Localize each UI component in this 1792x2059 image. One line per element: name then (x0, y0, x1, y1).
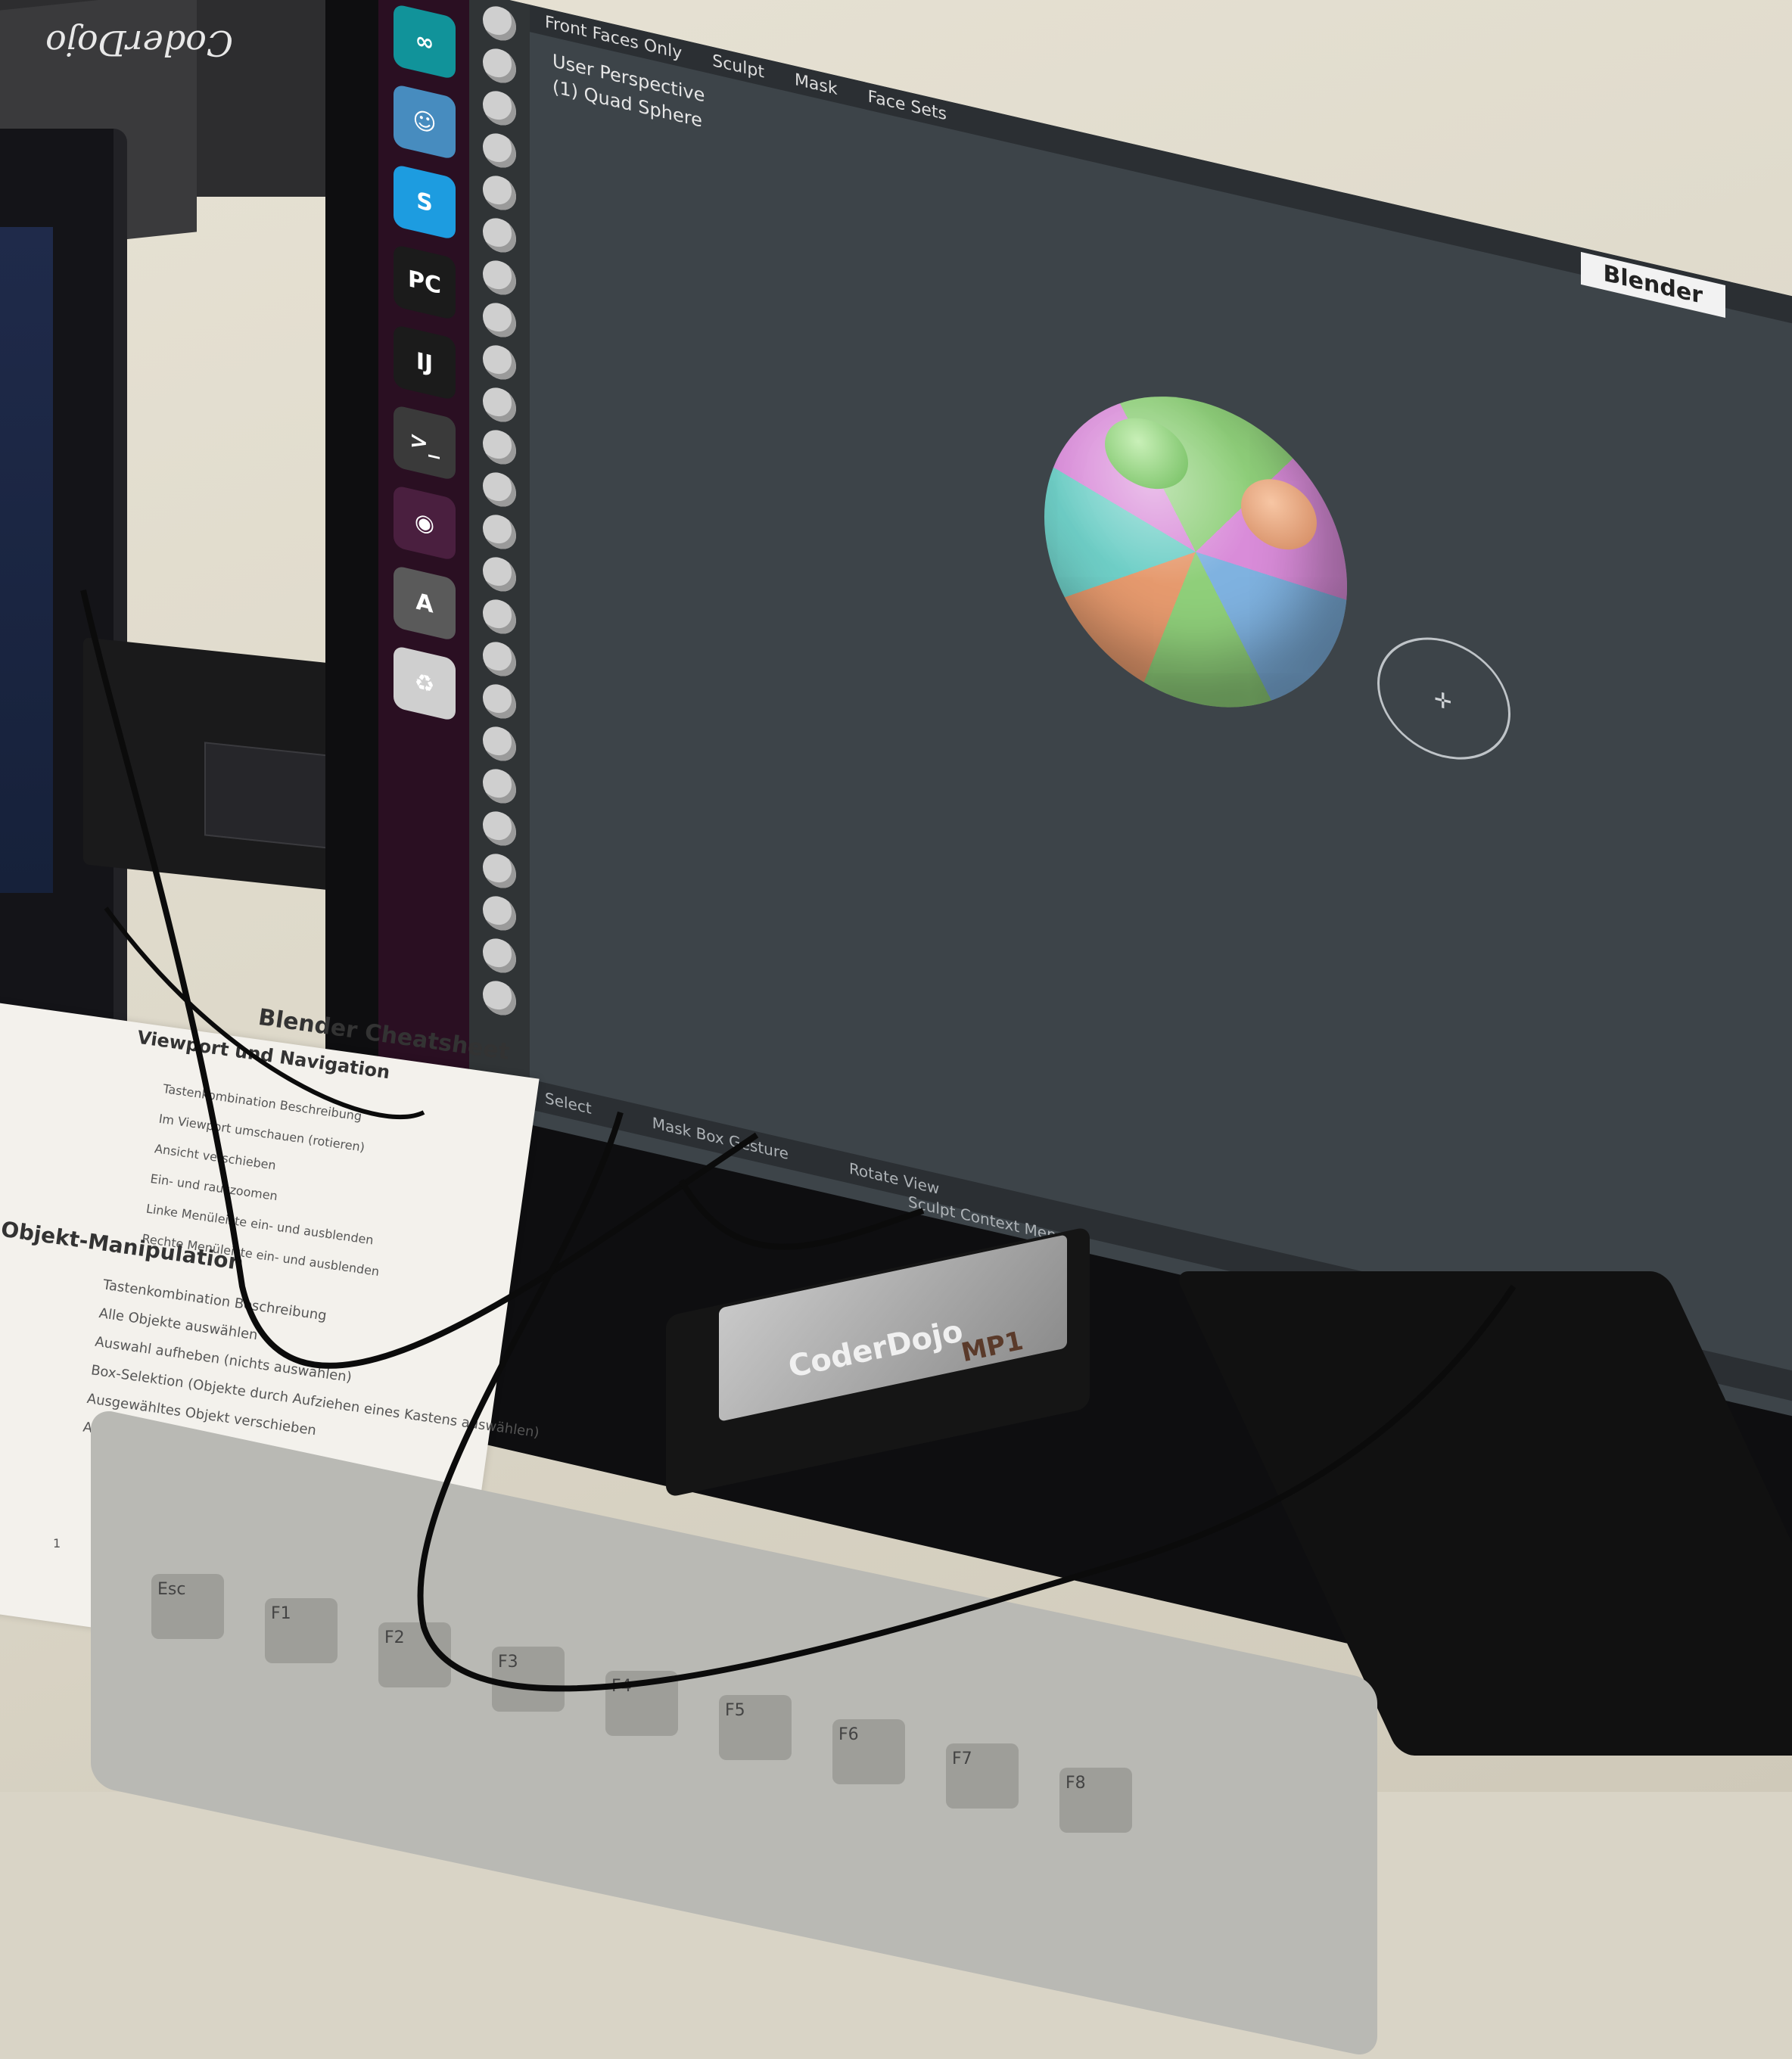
cables (80, 589, 1517, 1692)
